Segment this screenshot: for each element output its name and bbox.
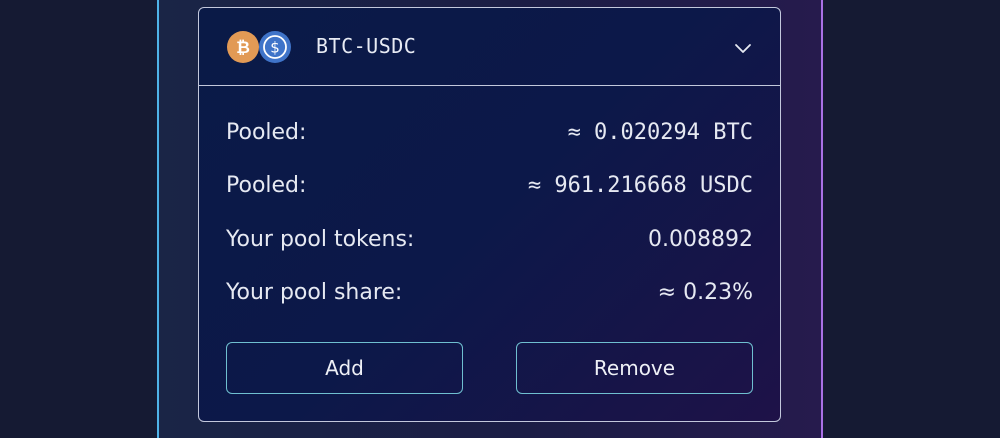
pool-position-card: ₿ $ BTC-USDC Pooled: ≈ 0.020294 BTC Pool… [198,7,781,422]
svg-text:₿: ₿ [236,38,250,57]
pool-share-label: Your pool share: [226,279,403,305]
pool-share-row: Your pool share: ≈ 0.23% [226,277,753,307]
pool-share-value: ≈ 0.23% [657,279,753,305]
remove-liquidity-button[interactable]: Remove [516,342,753,394]
pool-tokens-row: Your pool tokens: 0.008892 [226,224,753,254]
pool-tokens-label: Your pool tokens: [226,226,415,252]
usdc-icon: $ [259,31,291,63]
pool-tokens-value: 0.008892 [648,226,753,252]
pooled-usdc-label: Pooled: [226,172,307,198]
pooled-btc-label: Pooled: [226,119,307,145]
add-liquidity-button[interactable]: Add [226,342,463,394]
pooled-usdc-row: Pooled: ≈ 961.216668 USDC [226,170,753,200]
bitcoin-icon: ₿ [227,31,259,63]
chevron-down-icon[interactable] [733,38,753,58]
pool-card-header[interactable]: ₿ $ BTC-USDC [199,8,780,86]
pooled-usdc-value: ≈ 961.216668 USDC [527,172,753,198]
svg-text:$: $ [270,39,280,57]
pooled-btc-row: Pooled: ≈ 0.020294 BTC [226,117,753,147]
pooled-btc-value: ≈ 0.020294 BTC [567,119,753,145]
pair-name: BTC-USDC [316,34,417,58]
